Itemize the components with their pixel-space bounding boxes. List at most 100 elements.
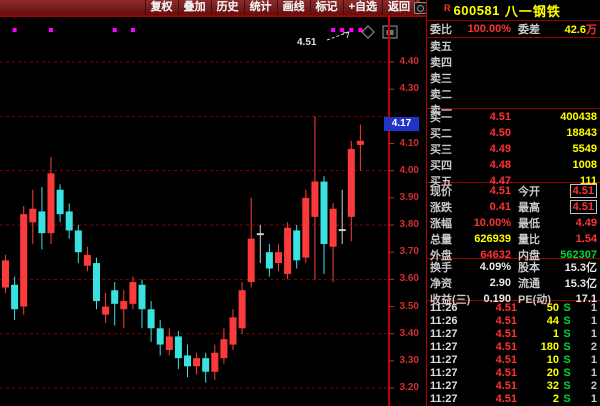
candle-body (248, 239, 255, 282)
toolbar-button-2[interactable]: 叠加 (178, 0, 211, 15)
info-label: 量比 (511, 231, 555, 247)
candle-body (284, 228, 291, 274)
tick-direction: S (559, 328, 575, 340)
event-marker-dot (13, 28, 17, 32)
candle-body (48, 173, 55, 233)
candle-body (266, 252, 273, 268)
fund-value: 15.3亿 (555, 259, 597, 275)
info-value: 626939 (466, 233, 511, 245)
info-value: 1.54 (555, 233, 597, 245)
tick-price: 4.51 (467, 393, 517, 405)
event-marker-dot (349, 28, 353, 32)
tick-time: 11:27 (430, 380, 467, 392)
queue-label: 买二 (430, 125, 464, 141)
toolbar-button-8[interactable]: 返回 (382, 0, 416, 15)
event-marker-dot (131, 28, 135, 32)
event-marker-dot (331, 28, 335, 32)
candle-body (193, 358, 200, 366)
candle-body (302, 198, 309, 258)
tick-time: 11:26 (430, 302, 467, 314)
info-label: 涨跌 (430, 199, 466, 215)
tick-row[interactable]: 11:274.511S1 (427, 327, 600, 340)
queue-label: 买三 (430, 141, 464, 157)
info-value-text: 4.49 (576, 217, 597, 229)
rights-indicator: R (444, 3, 451, 13)
candle-body (321, 182, 328, 244)
toolbar-button-7[interactable]: +自选 (343, 0, 382, 15)
toolbar-button-1[interactable]: 复权 (145, 0, 178, 15)
tick-price: 4.51 (467, 354, 517, 366)
buy-queue-row[interactable]: 买四4.481008 (427, 157, 600, 173)
fund-value: 2.90 (466, 277, 511, 289)
queue-label: 买四 (430, 157, 464, 173)
weibi-value: 100.00% (466, 23, 511, 35)
candle-body (339, 229, 346, 231)
info-label: 涨幅 (430, 215, 466, 231)
tick-row[interactable]: 11:264.5150S1 (427, 301, 600, 314)
tick-count: 1 (575, 328, 597, 340)
candle-body (275, 252, 282, 263)
toolbar-button-4[interactable]: 统计 (244, 0, 277, 15)
queue-label: 卖三 (430, 70, 464, 86)
tick-row[interactable]: 11:274.512S1 (427, 393, 600, 406)
tick-direction: S (559, 315, 575, 327)
queue-label: 卖五 (430, 38, 464, 54)
candle-body (157, 328, 164, 344)
info-label: 现价 (430, 183, 466, 199)
buy-queue-row[interactable]: 买二4.5018843 (427, 125, 600, 141)
queue-price: 4.49 (464, 143, 511, 155)
tick-row[interactable]: 11:274.51180S2 (427, 340, 600, 353)
queue-volume: 5549 (511, 143, 597, 155)
candle-body (184, 355, 191, 366)
candle-body (220, 339, 227, 358)
annotation-arrow (327, 32, 349, 40)
info-value: 4.51 (555, 184, 597, 198)
tick-row[interactable]: 11:274.5132S2 (427, 380, 600, 393)
fundamentals: 换手4.09%股本15.3亿净资2.90流通15.3亿收益(三)0.190PE(… (427, 259, 600, 301)
buy-queue-row[interactable]: 买一4.51400438 (427, 109, 600, 125)
queue-label: 卖四 (430, 54, 464, 70)
stock-header: R 600581 八一钢铁 (427, 0, 600, 21)
tick-price: 4.51 (467, 341, 517, 353)
tick-volume: 20 (517, 367, 559, 379)
toolbar-button-6[interactable]: 标记 (310, 0, 343, 15)
tick-price: 4.51 (467, 328, 517, 340)
annotation-arrowhead (343, 32, 349, 38)
candle-body (230, 317, 237, 344)
candle-body (348, 149, 355, 217)
diamond-icon[interactable] (362, 26, 374, 38)
sell-queue-row[interactable]: 卖三 (427, 70, 600, 86)
candle-body (148, 309, 155, 328)
info-value-text: 1.54 (576, 233, 597, 245)
candle-body (111, 290, 118, 304)
sell-queue-row[interactable]: 卖二 (427, 86, 600, 102)
fund-label: 流通 (511, 275, 555, 291)
candle-body (166, 336, 173, 350)
candle-body (84, 255, 91, 266)
toolbar: 复权叠加历史统计画线标记+自选返回 (0, 0, 420, 15)
quote-info: 现价4.51今开4.51涨跌0.41最高4.51涨幅10.00%最低4.49总量… (427, 183, 600, 259)
tick-volume: 10 (517, 354, 559, 366)
tick-row[interactable]: 11:274.5120S1 (427, 367, 600, 380)
event-marker-dot (113, 28, 117, 32)
toolbar-button-3[interactable]: 历史 (211, 0, 244, 15)
candle-body (139, 285, 146, 309)
tick-row[interactable]: 11:264.5144S1 (427, 314, 600, 327)
info-value: 10.00% (466, 217, 511, 229)
tick-direction: S (559, 393, 575, 405)
sell-queue-row[interactable]: 卖四 (427, 54, 600, 70)
tick-direction: S (559, 354, 575, 366)
fund-label: 净资 (430, 275, 466, 291)
info-value: 4.51 (555, 200, 597, 214)
tdx-stock-app: 复权叠加历史统计画线标记+自选返回 4.51 4.404.304.104.003… (0, 0, 600, 406)
sell-queue-row[interactable]: 卖五 (427, 38, 600, 54)
tick-price: 4.51 (467, 380, 517, 392)
tick-row[interactable]: 11:274.5110S1 (427, 354, 600, 367)
buy-queue-row[interactable]: 买三4.495549 (427, 141, 600, 157)
toolbar-button-5[interactable]: 画线 (277, 0, 310, 15)
fund-label: 股本 (511, 259, 555, 275)
candle-body (29, 209, 36, 223)
sell-queue: 卖五卖四卖三卖二卖一 (427, 38, 600, 109)
queue-volume: 18843 (511, 127, 597, 139)
kline-chart[interactable]: 4.51 (0, 15, 427, 406)
